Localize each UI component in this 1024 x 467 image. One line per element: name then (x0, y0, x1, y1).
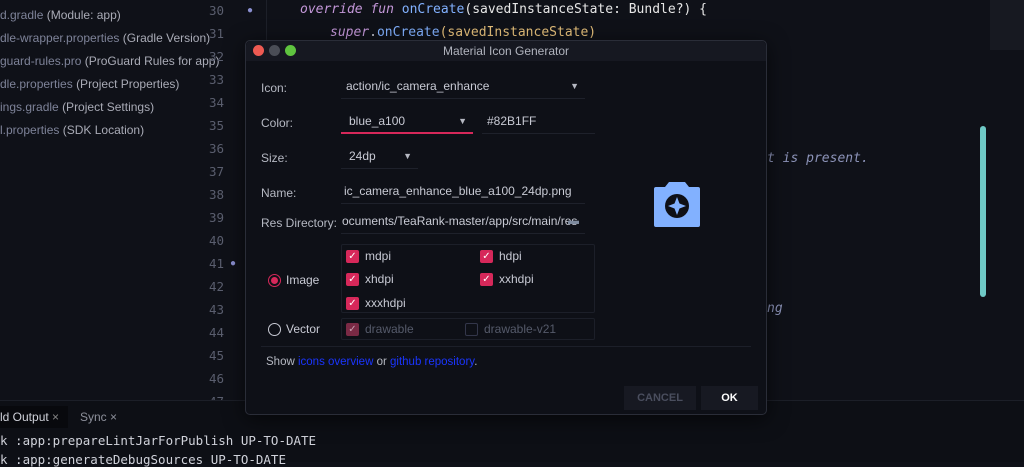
line-number: 37 (208, 164, 224, 179)
line-number: 43 (208, 302, 224, 317)
checkbox-drawable[interactable]: ✓ drawable (346, 322, 414, 336)
icon-select[interactable]: action/ic_camera_enhance ▼ (341, 75, 585, 99)
cancel-button[interactable]: CANCEL (624, 386, 696, 410)
editor-scrollbar[interactable] (980, 126, 986, 297)
radio-vector[interactable]: Vector (268, 322, 320, 336)
project-file[interactable]: d.gradle (Module: app) (0, 8, 121, 22)
line-number: 38 (208, 187, 224, 202)
color-hex-input[interactable]: #82B1FF (482, 110, 595, 134)
code-line-31[interactable]: super.onCreate(savedInstanceState) (330, 25, 596, 40)
line-number: 44 (208, 325, 224, 340)
line-number: 45 (208, 348, 224, 363)
line-number: 40 (208, 233, 224, 248)
line-number: 31 (208, 26, 224, 41)
checkbox-xhdpi[interactable]: ✓ xhdpi (346, 272, 394, 286)
override-gutter-icon[interactable]: ● (247, 5, 253, 16)
line-number: 30 (208, 3, 224, 18)
chevron-down-icon: ▼ (403, 151, 412, 161)
icon-label: Icon: (261, 81, 288, 95)
chevron-down-icon: ▼ (458, 116, 467, 126)
name-input[interactable]: ic_camera_enhance_blue_a100_24dp.png (341, 180, 585, 204)
checkbox-hdpi[interactable]: ✓ hdpi (480, 249, 522, 263)
tab-sync[interactable]: Sync × (80, 406, 117, 428)
help-text: Show icons overview or github repository… (266, 356, 478, 368)
line-number: 35 (208, 118, 224, 133)
project-file[interactable]: guard-rules.pro (ProGuard Rules for app) (0, 54, 219, 68)
checkbox-xxxhdpi[interactable]: ✓ xxxhdpi (346, 296, 406, 310)
checkbox-mdpi[interactable]: ✓ mdpi (346, 249, 391, 263)
line-number: 41 (208, 256, 224, 271)
line-number: 33 (208, 72, 224, 87)
line-number: 36 (208, 141, 224, 156)
ok-button[interactable]: OK (701, 386, 758, 410)
code-line-30[interactable]: override fun onCreate(savedInstanceState… (300, 2, 707, 17)
project-file[interactable]: dle.properties (Project Properties) (0, 77, 179, 91)
output-line: k :app:generateDebugSources UP-TO-DATE (0, 452, 286, 467)
chevron-down-icon: ▼ (570, 81, 579, 91)
tab-build-output[interactable]: ld Output × (0, 406, 68, 428)
icons-overview-link[interactable]: icons overview (298, 356, 373, 368)
minimap[interactable] (990, 0, 1024, 50)
line-number: 39 (208, 210, 224, 225)
line-number: 42 (208, 279, 224, 294)
code-comment: ng (767, 301, 783, 316)
dialog-titlebar[interactable]: Material Icon Generator (246, 41, 766, 61)
size-label: Size: (261, 151, 288, 165)
project-file[interactable]: dle-wrapper.properties (Gradle Version) (0, 31, 210, 45)
name-label: Name: (261, 186, 297, 200)
line-number: 46 (208, 371, 224, 386)
output-line: k :app:prepareLintJarForPublish UP-TO-DA… (0, 433, 317, 448)
code-comment: t is present. (767, 151, 869, 166)
res-directory-label: Res Directory: (261, 216, 338, 230)
github-repository-link[interactable]: github repository (390, 356, 474, 368)
folder-icon[interactable]: ▬ (568, 210, 579, 232)
divider (261, 346, 751, 347)
line-number: 32 (208, 49, 224, 64)
checkbox-xxhdpi[interactable]: ✓ xxhdpi (480, 272, 534, 286)
color-label: Color: (261, 116, 294, 130)
close-icon[interactable]: × (110, 410, 117, 424)
dialog-title: Material Icon Generator (442, 44, 570, 58)
line-number: 34 (208, 95, 224, 110)
override-gutter-icon[interactable]: ● (230, 258, 236, 269)
camera-enhance-preview-icon (654, 182, 700, 227)
color-select[interactable]: blue_a100 ▼ (341, 110, 473, 134)
res-directory-input[interactable]: ocuments/TeaRank-master/app/src/main/res… (341, 210, 585, 234)
checkbox-drawable-v21[interactable]: drawable-v21 (465, 322, 556, 336)
size-select[interactable]: 24dp ▼ (341, 145, 418, 169)
project-file[interactable]: ings.gradle (Project Settings) (0, 100, 154, 114)
project-file[interactable]: l.properties (SDK Location) (0, 123, 144, 137)
radio-image[interactable]: Image (268, 273, 319, 287)
close-icon[interactable]: × (52, 410, 59, 424)
material-icon-generator-dialog: Material Icon Generator Icon: action/ic_… (245, 40, 767, 415)
